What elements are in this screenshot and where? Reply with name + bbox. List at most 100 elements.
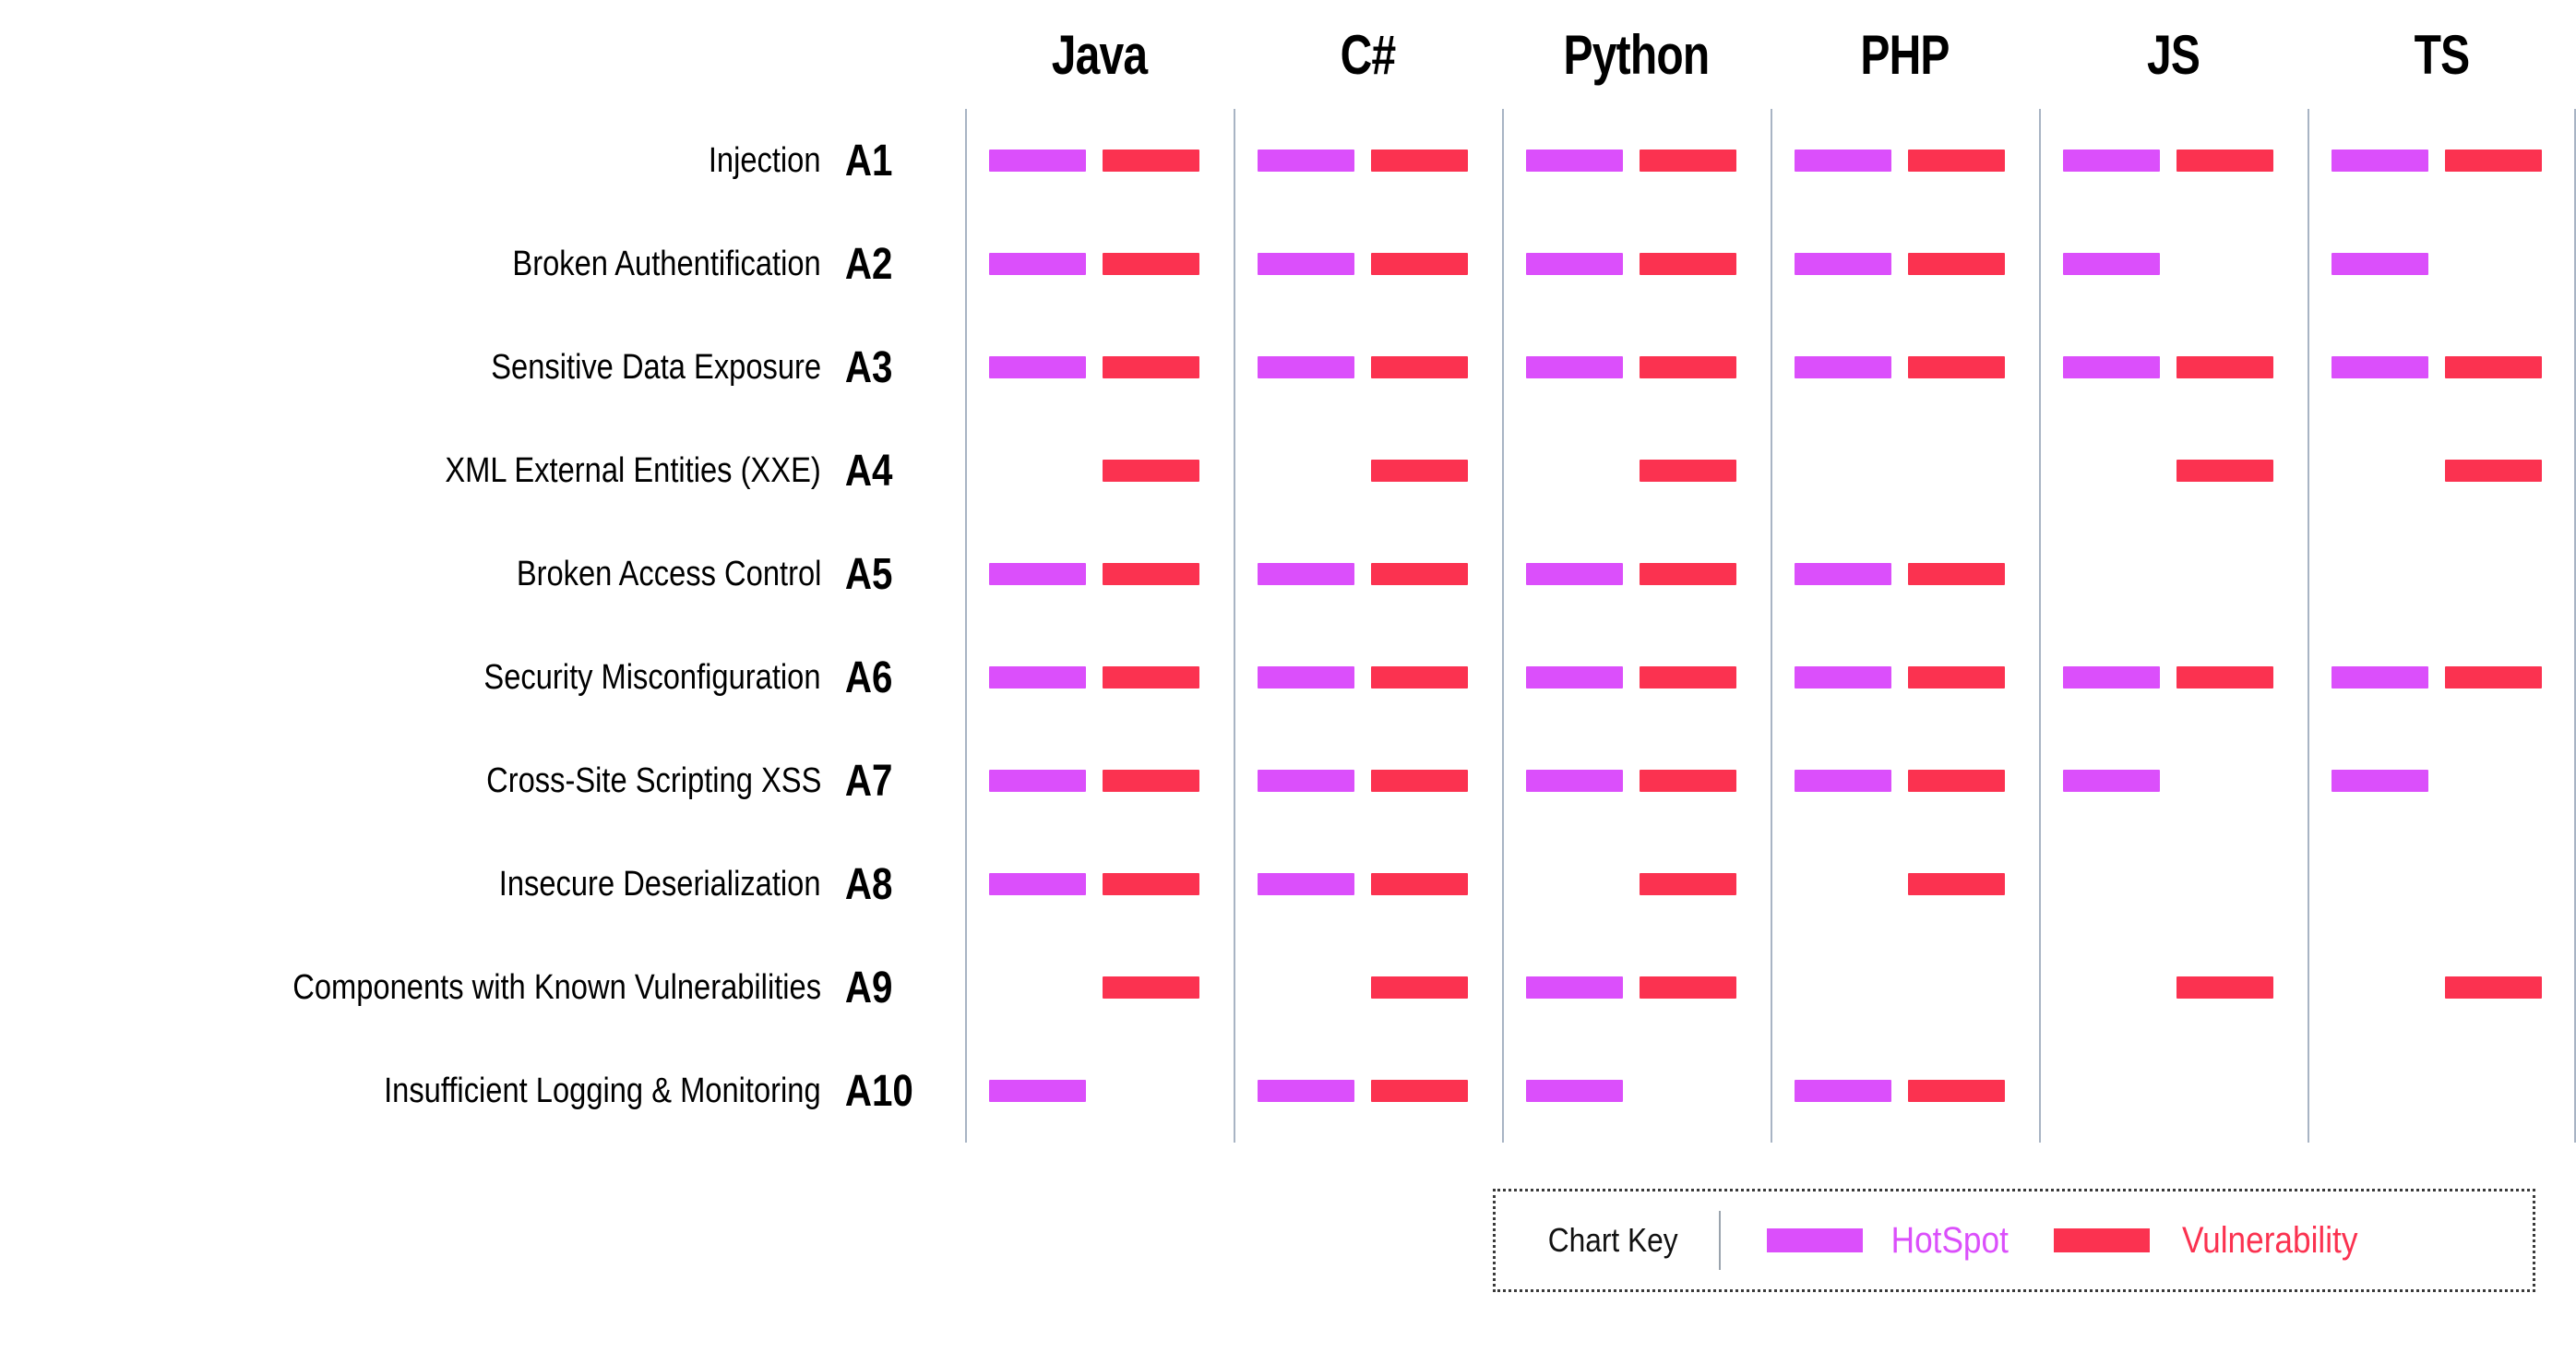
slot-hotspot <box>1526 1039 1640 1143</box>
empty-marker <box>1103 1080 1199 1102</box>
slot-hotspot <box>989 419 1103 522</box>
slot-vuln <box>1908 936 2021 1039</box>
hotspot-marker <box>989 770 1086 792</box>
language-column-ts <box>2308 109 2576 1143</box>
vulnerability-marker <box>1371 356 1468 378</box>
empty-marker <box>1795 873 1891 895</box>
slot-hotspot <box>2063 522 2176 626</box>
legend-swatch-vulnerability <box>2053 1228 2150 1252</box>
hotspot-marker <box>2332 770 2428 792</box>
slot-vuln <box>2176 729 2290 832</box>
vulnerability-marker <box>1371 563 1468 585</box>
chart-grid <box>965 109 2576 1143</box>
slot-hotspot <box>2332 522 2445 626</box>
slot-vuln <box>2176 1039 2290 1143</box>
slot-vuln <box>1371 626 1485 729</box>
vulnerability-marker <box>1103 563 1199 585</box>
cell-a2-js <box>2041 212 2308 316</box>
empty-marker <box>2176 770 2273 792</box>
cell-a10-python <box>1504 1039 1771 1143</box>
empty-marker <box>2063 1080 2160 1102</box>
slot-hotspot <box>989 626 1103 729</box>
row-label-a6: Security Misconfiguration A6 <box>0 626 965 729</box>
vulnerability-marker <box>1371 873 1468 895</box>
slot-vuln <box>1103 832 1216 936</box>
vulnerability-marker <box>1103 873 1199 895</box>
slot-vuln <box>1908 212 2021 316</box>
row-label-a7: Cross-Site Scripting XSS A7 <box>0 729 965 832</box>
column-header-row: Java C# Python PHP JS TS <box>965 0 2576 109</box>
vulnerability-marker <box>2445 150 2542 172</box>
cell-a9-java <box>967 936 1234 1039</box>
cell-a10-php <box>1772 1039 2039 1143</box>
hotspot-marker <box>2063 356 2160 378</box>
empty-marker <box>1526 460 1623 482</box>
slot-hotspot <box>2332 626 2445 729</box>
slot-hotspot <box>2063 109 2176 212</box>
slot-hotspot <box>1526 419 1640 522</box>
slot-vuln <box>1371 936 1485 1039</box>
cell-a7-python <box>1504 729 1771 832</box>
risk-code: A5 <box>844 549 893 599</box>
empty-marker <box>2332 563 2428 585</box>
slot-vuln <box>2445 626 2558 729</box>
hotspot-marker <box>1526 666 1623 688</box>
slot-hotspot <box>2063 1039 2176 1143</box>
vulnerability-marker <box>1908 563 2005 585</box>
slot-vuln <box>1103 522 1216 626</box>
hotspot-marker <box>1526 356 1623 378</box>
vulnerability-marker <box>2445 976 2542 999</box>
slot-hotspot <box>1795 936 1908 1039</box>
slot-hotspot <box>2332 1039 2445 1143</box>
vulnerability-marker <box>2176 976 2273 999</box>
vulnerability-marker <box>1908 666 2005 688</box>
empty-marker <box>2063 976 2160 999</box>
cell-a4-js <box>2041 419 2308 522</box>
slot-vuln <box>1640 522 1753 626</box>
slot-hotspot <box>1526 316 1640 419</box>
cell-a7-java <box>967 729 1234 832</box>
hotspot-marker <box>2063 666 2160 688</box>
slot-hotspot <box>1795 419 1908 522</box>
slot-vuln <box>1103 626 1216 729</box>
hotspot-marker <box>2063 770 2160 792</box>
column-header-python: Python <box>1563 23 1711 86</box>
slot-hotspot <box>989 832 1103 936</box>
vulnerability-marker <box>2176 666 2273 688</box>
slot-hotspot <box>1795 109 1908 212</box>
empty-marker <box>2445 1080 2542 1102</box>
hotspot-marker <box>1795 253 1891 275</box>
cell-a7-ts <box>2309 729 2574 832</box>
cell-a2-python <box>1504 212 1771 316</box>
vulnerability-marker <box>1908 253 2005 275</box>
cell-a9-ts <box>2309 936 2574 1039</box>
legend-items: HotSpot Vulnerability <box>1730 1220 2369 1262</box>
slot-vuln <box>1371 109 1485 212</box>
slot-hotspot <box>1258 936 1371 1039</box>
vulnerability-marker <box>1371 770 1468 792</box>
slot-hotspot <box>1258 212 1371 316</box>
hotspot-marker <box>1258 770 1354 792</box>
empty-marker <box>2063 563 2160 585</box>
vulnerability-marker <box>1908 356 2005 378</box>
slot-hotspot <box>2063 212 2176 316</box>
cell-a5-java <box>967 522 1234 626</box>
row-label-a2: Broken Authentification A2 <box>0 212 965 316</box>
cell-a8-js <box>2041 832 2308 936</box>
language-column-php <box>1771 109 2039 1143</box>
cell-a5-js <box>2041 522 2308 626</box>
slot-vuln <box>1908 419 2021 522</box>
slot-vuln <box>1640 626 1753 729</box>
owasp-language-coverage-chart: Java C# Python PHP JS TS Injection A1 Broken Au… <box>0 0 2576 1353</box>
slot-hotspot <box>2063 419 2176 522</box>
cell-a4-python <box>1504 419 1771 522</box>
hotspot-marker <box>1795 150 1891 172</box>
slot-hotspot <box>1795 1039 1908 1143</box>
hotspot-marker <box>989 150 1086 172</box>
cell-a1-c- <box>1235 109 1502 212</box>
cell-a7-c- <box>1235 729 1502 832</box>
slot-vuln <box>2176 316 2290 419</box>
cell-a10-c- <box>1235 1039 1502 1143</box>
cell-a3-php <box>1772 316 2039 419</box>
vulnerability-marker <box>1640 150 1736 172</box>
